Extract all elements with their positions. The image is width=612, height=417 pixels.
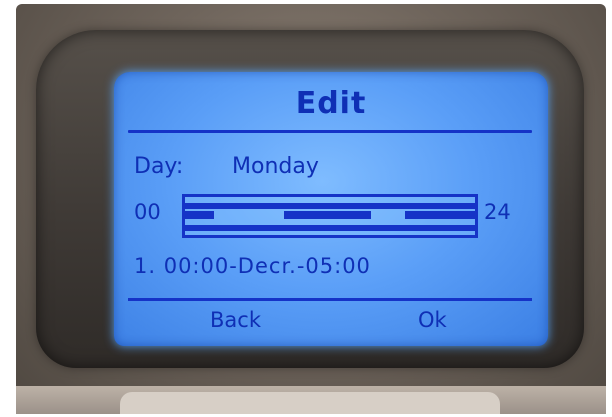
- screen-title: Edit: [295, 86, 367, 121]
- timeline-upper-band: [185, 203, 475, 209]
- lower-panel-cutout: [120, 392, 500, 414]
- program-entry[interactable]: 1. 00:00-Decr.-05:00: [134, 254, 371, 278]
- timeline-segment: [405, 211, 475, 219]
- timeline-segment: [283, 211, 371, 219]
- softkey-divider: [128, 298, 532, 301]
- lcd-screen: Edit Day: Monday 00 24 1. 00:00-Decr.-05…: [114, 72, 548, 346]
- timeline-start-label: 00: [134, 200, 161, 224]
- timeline-end-label: 24: [484, 200, 511, 224]
- day-label: Day:: [134, 154, 184, 179]
- day-value[interactable]: Monday: [232, 154, 319, 179]
- title-divider: [128, 130, 532, 133]
- schedule-timeline[interactable]: [182, 194, 478, 238]
- timeline-segment: [185, 211, 214, 219]
- back-softkey[interactable]: Back: [210, 308, 261, 332]
- ok-softkey[interactable]: Ok: [418, 308, 447, 332]
- timeline-lower-band: [185, 225, 475, 231]
